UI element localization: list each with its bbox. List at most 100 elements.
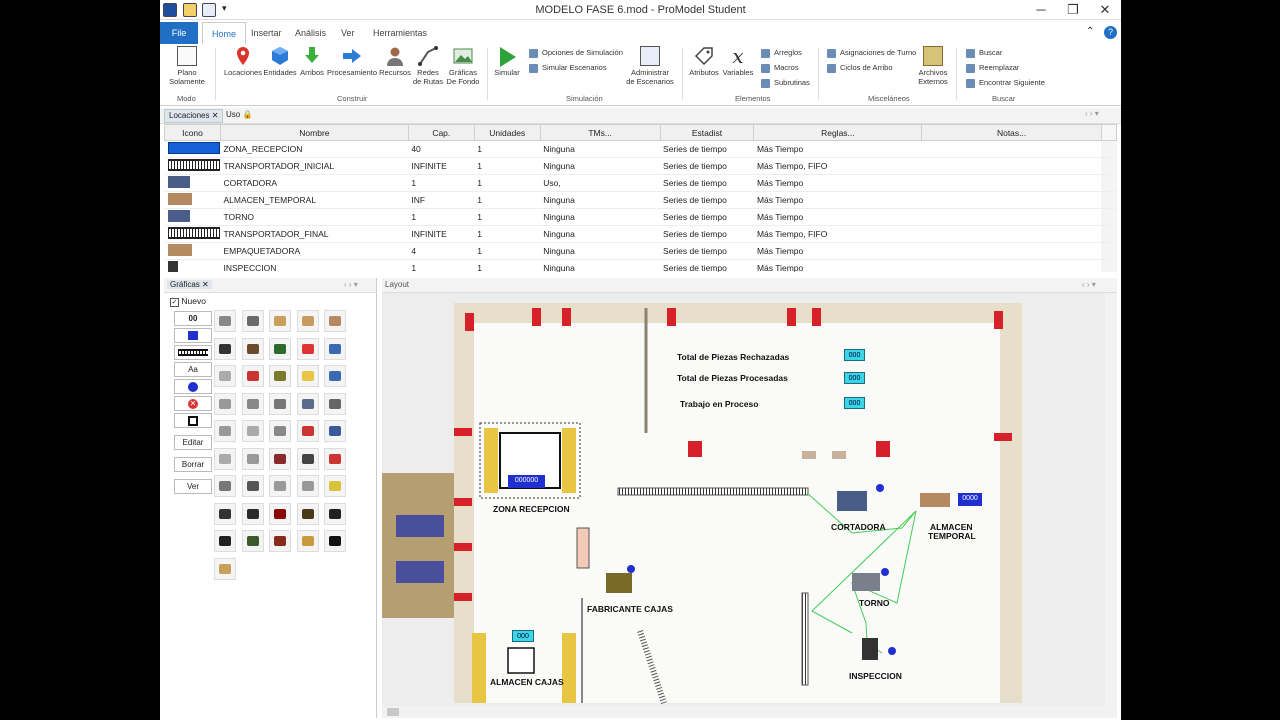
scrollbar-track[interactable]	[1101, 174, 1117, 192]
library-graphic-icon[interactable]	[296, 447, 319, 470]
library-graphic-icon[interactable]	[296, 502, 319, 525]
tab-uso[interactable]: Uso 🔒	[226, 110, 252, 119]
row-tms[interactable]: Ninguna	[540, 140, 661, 158]
library-graphic-icon[interactable]	[214, 557, 236, 580]
row-nombre[interactable]: EMPAQUETADORA	[220, 242, 409, 260]
library-graphic-icon[interactable]	[296, 392, 319, 415]
library-graphic-icon[interactable]	[296, 420, 319, 442]
recursos-button[interactable]: Recursos	[379, 46, 411, 77]
ver-button[interactable]: Ver	[174, 479, 212, 494]
library-graphic-icon[interactable]	[324, 447, 346, 470]
tab-locaciones[interactable]: Locaciones ✕	[164, 109, 224, 123]
text-tool[interactable]: Aa	[174, 362, 212, 377]
row-notas[interactable]	[921, 225, 1102, 243]
row-cap[interactable]: 1	[408, 208, 475, 226]
arribos-button[interactable]: Arribos	[298, 46, 326, 77]
row-tms[interactable]: Ninguna	[540, 225, 661, 243]
row-icon-cell[interactable]	[164, 259, 221, 272]
close-icon[interactable]: ✕	[212, 111, 219, 120]
borrar-button[interactable]: Borrar	[174, 457, 212, 472]
help-icon[interactable]: ?	[1104, 26, 1117, 39]
row-unidades[interactable]: 1	[474, 259, 541, 272]
row-notas[interactable]	[921, 208, 1102, 226]
scrollbar-track[interactable]	[1101, 225, 1117, 243]
scrollbar-track[interactable]	[1101, 140, 1117, 158]
library-graphic-icon[interactable]	[296, 365, 319, 387]
library-graphic-icon[interactable]	[324, 530, 346, 552]
panel-nav-icons[interactable]: ‹ › ▾	[1085, 109, 1099, 118]
library-graphic-icon[interactable]	[324, 310, 346, 332]
table-row[interactable]: TORNO 1 1 Ninguna Series de tiempo Más Tiempo	[164, 208, 1117, 226]
library-graphic-icon[interactable]	[214, 310, 236, 332]
tab-graficas[interactable]: Gráficas ✕	[167, 280, 212, 289]
row-icon-cell[interactable]	[164, 225, 221, 243]
library-graphic-icon[interactable]	[324, 337, 346, 360]
row-tms[interactable]: Ninguna	[540, 208, 661, 226]
library-graphic-icon[interactable]	[214, 502, 236, 525]
row-unidades[interactable]: 1	[474, 174, 541, 192]
scrollbar-track[interactable]	[1101, 259, 1117, 272]
table-row[interactable]: ZONA_RECEPCION 40 1 Ninguna Series de tiempo…	[164, 140, 1117, 158]
row-nombre[interactable]: CORTADORA	[220, 174, 409, 192]
library-graphic-icon[interactable]	[214, 392, 236, 415]
administrar-escenarios-button[interactable]: Administrar de Escenarios	[624, 46, 676, 86]
row-icon-cell[interactable]	[164, 140, 221, 158]
row-notas[interactable]	[921, 259, 1102, 272]
library-graphic-icon[interactable]	[214, 420, 236, 442]
table-row[interactable]: TRANSPORTADOR_INICIAL INFINITE 1 Ninguna Ser…	[164, 157, 1117, 175]
conveyor-tool[interactable]	[174, 345, 212, 360]
row-nombre[interactable]: ZONA_RECEPCION	[220, 140, 409, 158]
row-icon-cell[interactable]	[164, 208, 221, 226]
restore-icon[interactable]: ❐	[1058, 2, 1088, 18]
table-row[interactable]: INSPECCION 1 1 Ninguna Series de tiempo Más T…	[164, 259, 1117, 272]
row-unidades[interactable]: 1	[474, 242, 541, 260]
table-row[interactable]: CORTADORA 1 1 Uso, Series de tiempo Más Tiemp…	[164, 174, 1117, 192]
row-cap[interactable]: INFINITE	[408, 157, 475, 175]
row-icon-cell[interactable]	[164, 157, 221, 175]
col-estadist[interactable]: Estadist	[659, 124, 755, 141]
row-tms[interactable]: Uso,	[540, 174, 661, 192]
row-cap[interactable]: 40	[408, 140, 475, 158]
tab-home[interactable]: Home	[202, 22, 247, 44]
library-graphic-icon[interactable]	[241, 447, 264, 470]
subrutinas-button[interactable]: Subrutinas	[761, 76, 810, 90]
library-graphic-icon[interactable]	[324, 502, 346, 525]
encontrar-siguiente-button[interactable]: Encontrar Siguiente	[966, 76, 1045, 90]
row-reglas[interactable]: Más Tiempo, FIFO	[753, 225, 922, 243]
tab-analisis[interactable]: Análisis	[286, 22, 335, 44]
library-graphic-icon[interactable]	[296, 337, 319, 360]
ciclos-arribo-button[interactable]: Ciclos de Arribo	[827, 61, 893, 75]
simular-escenarios-button[interactable]: Simular Escenarios	[529, 61, 607, 75]
library-graphic-icon[interactable]	[269, 310, 291, 332]
library-graphic-icon[interactable]	[269, 420, 291, 442]
opciones-simulacion-button[interactable]: Opciones de Simulación	[529, 46, 623, 60]
row-unidades[interactable]: 1	[474, 208, 541, 226]
row-reglas[interactable]: Más Tiempo, FIFO	[753, 157, 922, 175]
row-cap[interactable]: 1	[408, 174, 475, 192]
row-estadist[interactable]: Series de tiempo	[660, 174, 754, 192]
library-graphic-icon[interactable]	[214, 475, 236, 497]
panel-nav-icons[interactable]: ‹ › ▾	[1082, 280, 1096, 289]
panel-nav-icons[interactable]: ‹ › ▾	[344, 280, 358, 289]
row-tms[interactable]: Ninguna	[540, 259, 661, 272]
library-graphic-icon[interactable]	[269, 392, 291, 415]
counter-tool[interactable]: 00	[174, 311, 212, 326]
library-graphic-icon[interactable]	[324, 365, 346, 387]
scrollbar-track[interactable]	[1101, 242, 1117, 260]
locaciones-button[interactable]: Locaciones	[224, 46, 262, 77]
library-graphic-icon[interactable]	[296, 475, 319, 497]
macros-button[interactable]: Macros	[761, 61, 799, 75]
nuevo-checkbox[interactable]: ✓ Nuevo	[170, 296, 206, 307]
tab-layout[interactable]: Layout	[385, 280, 409, 289]
row-notas[interactable]	[921, 140, 1102, 158]
library-graphic-icon[interactable]	[241, 310, 264, 332]
library-graphic-icon[interactable]	[269, 502, 291, 525]
atributos-button[interactable]: Atributos	[688, 46, 720, 77]
tab-file[interactable]: File	[160, 22, 198, 44]
row-estadist[interactable]: Series de tiempo	[660, 208, 754, 226]
library-graphic-icon[interactable]	[241, 502, 264, 525]
row-estadist[interactable]: Series de tiempo	[660, 225, 754, 243]
row-nombre[interactable]: TRANSPORTADOR_INICIAL	[220, 157, 409, 175]
scrollbar-track[interactable]	[1101, 208, 1117, 226]
library-graphic-icon[interactable]	[241, 475, 264, 497]
